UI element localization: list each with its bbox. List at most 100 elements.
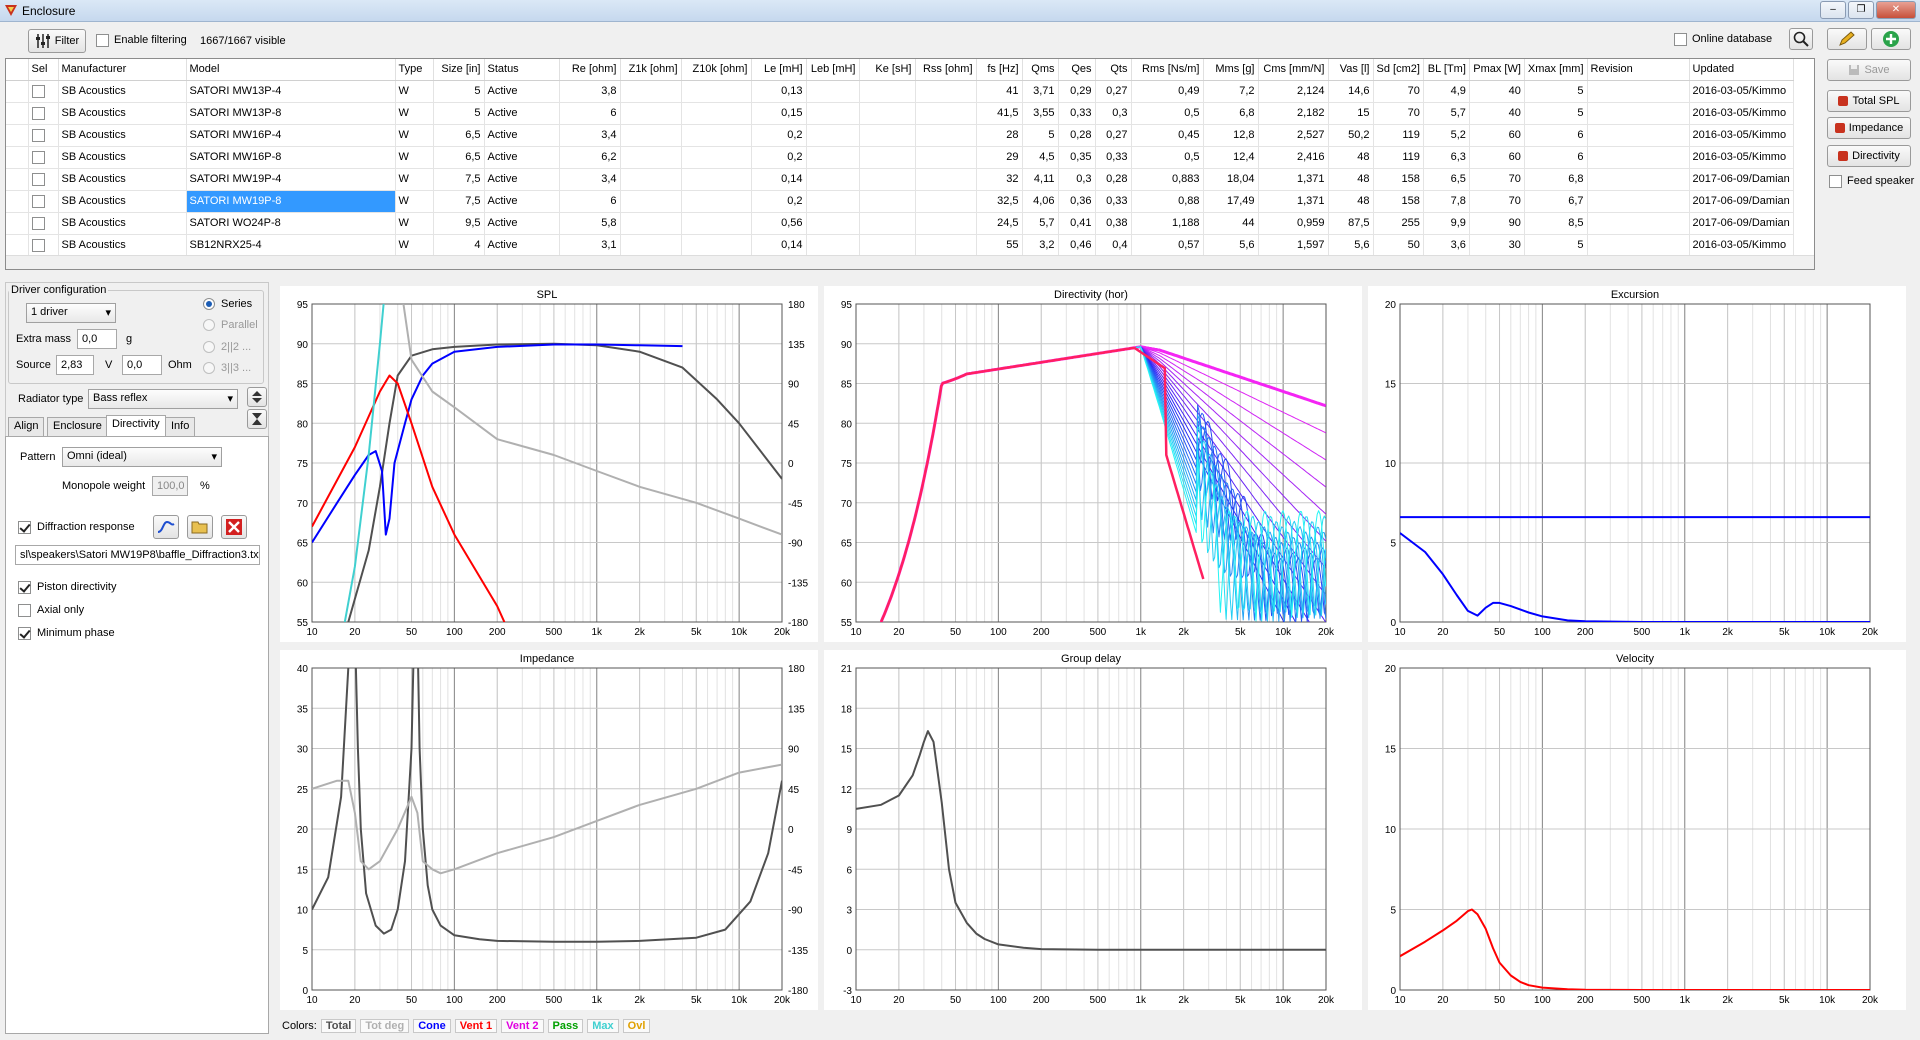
- table-cell[interactable]: [915, 234, 977, 257]
- table-cell[interactable]: 2016-03-05/Kimmo: [1689, 146, 1794, 169]
- column-header[interactable]: Qes: [1058, 59, 1096, 81]
- table-cell[interactable]: [859, 146, 916, 169]
- table-cell[interactable]: 3,4: [559, 124, 621, 147]
- table-cell[interactable]: [915, 190, 977, 213]
- column-header[interactable]: Pmax [W]: [1469, 59, 1525, 81]
- table-cell[interactable]: 44: [1203, 212, 1259, 235]
- row-header[interactable]: [6, 190, 29, 213]
- table-cell[interactable]: 0,41: [1058, 212, 1096, 235]
- 2x2-radio[interactable]: [203, 341, 215, 353]
- table-cell[interactable]: SB Acoustics: [58, 80, 187, 103]
- filter-button[interactable]: Filter: [28, 29, 86, 53]
- enable-filtering-checkbox[interactable]: [96, 34, 109, 47]
- table-cell[interactable]: 1,371: [1258, 190, 1329, 213]
- table-cell[interactable]: 60: [1469, 124, 1525, 147]
- table-cell[interactable]: SATORI MW16P-8: [186, 146, 396, 169]
- tab-align[interactable]: Align: [8, 417, 45, 436]
- table-cell[interactable]: 6: [1524, 124, 1588, 147]
- table-cell[interactable]: 0,88: [1131, 190, 1204, 213]
- row-select-checkbox[interactable]: [28, 234, 59, 257]
- table-cell[interactable]: [806, 124, 860, 147]
- table-cell[interactable]: 0,13: [751, 80, 807, 103]
- table-cell[interactable]: 7,5: [433, 190, 485, 213]
- table-cell[interactable]: 9,9: [1423, 212, 1470, 235]
- table-cell[interactable]: [915, 102, 977, 125]
- column-header[interactable]: Xmax [mm]: [1524, 59, 1588, 81]
- table-cell[interactable]: W: [395, 102, 434, 125]
- select-checkbox[interactable]: [31, 128, 45, 142]
- table-cell[interactable]: 6,7: [1524, 190, 1588, 213]
- table-cell[interactable]: 5: [1022, 124, 1059, 147]
- table-cell[interactable]: 32,5: [976, 190, 1023, 213]
- table-cell[interactable]: [1587, 212, 1690, 235]
- table-cell[interactable]: 12,8: [1203, 124, 1259, 147]
- online-database-checkbox[interactable]: [1674, 33, 1687, 46]
- save-button[interactable]: Save: [1827, 59, 1911, 81]
- table-cell[interactable]: 158: [1373, 168, 1424, 191]
- diffraction-response-checkbox[interactable]: [18, 521, 31, 534]
- tab-directivity[interactable]: Directivity: [106, 415, 166, 437]
- table-cell[interactable]: 1,188: [1131, 212, 1204, 235]
- table-cell[interactable]: 3,6: [1423, 234, 1470, 257]
- table-cell[interactable]: 9,5: [433, 212, 485, 235]
- table-cell[interactable]: 0,2: [751, 146, 807, 169]
- table-cell[interactable]: 0,28: [1058, 124, 1096, 147]
- table-cell[interactable]: SB Acoustics: [58, 168, 187, 191]
- table-cell[interactable]: [681, 124, 752, 147]
- table-cell[interactable]: 7,8: [1423, 190, 1470, 213]
- color-legend-item[interactable]: Total: [320, 1019, 357, 1033]
- column-header[interactable]: Z10k [ohm]: [681, 59, 752, 81]
- 3x3-radio[interactable]: [203, 362, 215, 374]
- add-button[interactable]: [1871, 28, 1911, 50]
- table-cell[interactable]: 90: [1469, 212, 1525, 235]
- table-cell[interactable]: 5: [433, 80, 485, 103]
- table-cell[interactable]: 3,2: [1022, 234, 1059, 257]
- table-cell[interactable]: [806, 102, 860, 125]
- column-header[interactable]: Ke [sH]: [859, 59, 916, 81]
- table-cell[interactable]: 6,2: [559, 146, 621, 169]
- total-spl-button[interactable]: Total SPL: [1827, 90, 1911, 112]
- table-cell[interactable]: W: [395, 80, 434, 103]
- extra-mass-input[interactable]: 0,0: [77, 329, 117, 349]
- excursion-chart[interactable]: Excursion 10 20 50 100 200 500 1k 2k 5k 10k 20k 0 5 10…: [1368, 286, 1906, 642]
- column-header[interactable]: Type: [395, 59, 434, 81]
- table-cell[interactable]: Active: [484, 80, 560, 103]
- table-cell[interactable]: 2,527: [1258, 124, 1329, 147]
- table-cell[interactable]: [1587, 124, 1690, 147]
- table-cell[interactable]: 0,4: [1095, 234, 1132, 257]
- table-cell[interactable]: 0,35: [1058, 146, 1096, 169]
- column-header[interactable]: fs [Hz]: [976, 59, 1023, 81]
- color-legend-item[interactable]: Vent 2: [501, 1019, 544, 1033]
- table-cell[interactable]: [1587, 168, 1690, 191]
- table-cell[interactable]: [806, 168, 860, 191]
- table-cell[interactable]: 2016-03-05/Kimmo: [1689, 102, 1794, 125]
- table-cell[interactable]: [620, 212, 682, 235]
- table-cell[interactable]: [620, 146, 682, 169]
- table-cell[interactable]: SB Acoustics: [58, 124, 187, 147]
- minimum-phase-checkbox[interactable]: [18, 627, 31, 640]
- impedance-chart[interactable]: Impedance 10 20 50 100 200 500 1k 2k 5k 10k 20k 0 5 10…: [280, 650, 818, 1010]
- table-cell[interactable]: [915, 212, 977, 235]
- table-cell[interactable]: 2,416: [1258, 146, 1329, 169]
- table-cell[interactable]: Active: [484, 102, 560, 125]
- table-cell[interactable]: [806, 234, 860, 257]
- select-checkbox[interactable]: [31, 172, 45, 186]
- table-cell[interactable]: SB Acoustics: [58, 234, 187, 257]
- table-cell[interactable]: 0,27: [1095, 124, 1132, 147]
- table-cell[interactable]: [1587, 190, 1690, 213]
- table-cell[interactable]: 0,38: [1095, 212, 1132, 235]
- table-cell[interactable]: 0,27: [1095, 80, 1132, 103]
- row-select-checkbox[interactable]: [28, 212, 59, 235]
- column-header[interactable]: Qms: [1022, 59, 1059, 81]
- row-select-checkbox[interactable]: [28, 102, 59, 125]
- table-cell[interactable]: 48: [1328, 146, 1374, 169]
- table-cell[interactable]: Active: [484, 190, 560, 213]
- table-cell[interactable]: 28: [976, 124, 1023, 147]
- column-header[interactable]: Status: [484, 59, 560, 81]
- diffraction-graph-button[interactable]: [153, 515, 179, 539]
- table-cell[interactable]: 55: [976, 234, 1023, 257]
- table-cell[interactable]: 0,33: [1058, 102, 1096, 125]
- table-cell[interactable]: 40: [1469, 102, 1525, 125]
- source-resistance-input[interactable]: 0,0: [122, 355, 162, 375]
- table-cell[interactable]: 50: [1373, 234, 1424, 257]
